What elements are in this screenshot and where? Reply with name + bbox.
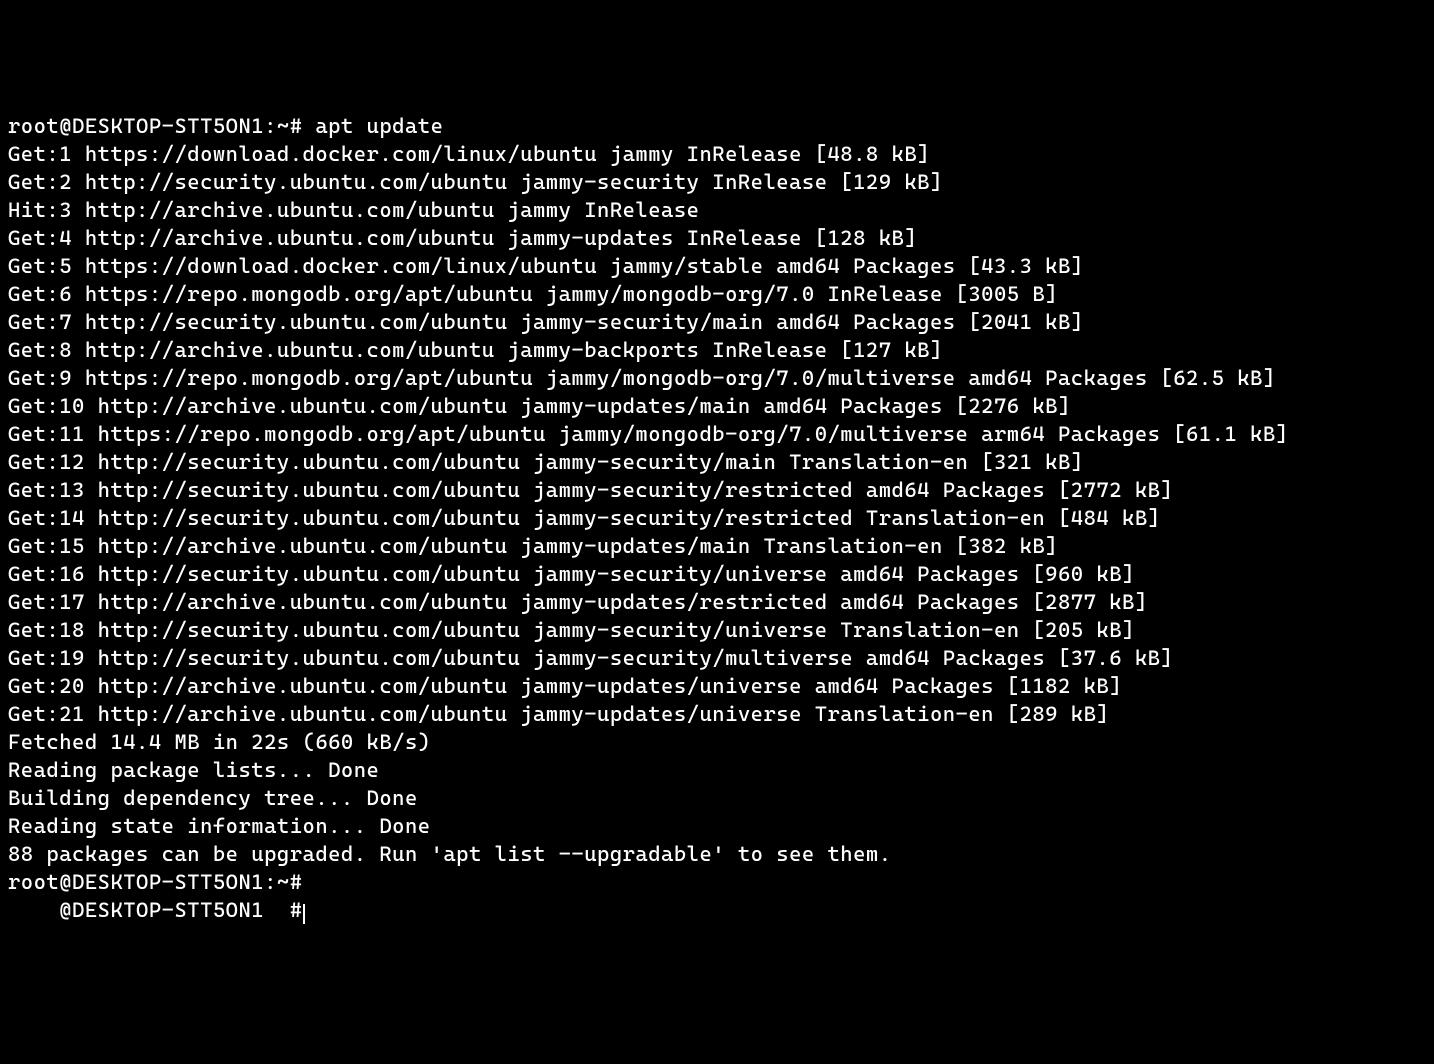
terminal-line: Fetched 14.4 MB in 22s (660 kB/s): [8, 728, 1426, 756]
terminal-line: Get:10 http://archive.ubuntu.com/ubuntu …: [8, 392, 1426, 420]
shell-prompt: root@DESKTOP-STT5ON1:~#: [8, 114, 303, 138]
terminal-line: Get:7 http://security.ubuntu.com/ubuntu …: [8, 308, 1426, 336]
terminal-line: Get:15 http://archive.ubuntu.com/ubuntu …: [8, 532, 1426, 560]
shell-command: apt update: [303, 114, 444, 138]
terminal-line: Get:1 https://download.docker.com/linux/…: [8, 140, 1426, 168]
terminal-line: Reading package lists... Done: [8, 756, 1426, 784]
terminal-line: Get:14 http://security.ubuntu.com/ubuntu…: [8, 504, 1426, 532]
terminal-line: Get:20 http://archive.ubuntu.com/ubuntu …: [8, 672, 1426, 700]
terminal-line: Get:18 http://security.ubuntu.com/ubuntu…: [8, 616, 1426, 644]
terminal-line: 88 packages can be upgraded. Run 'apt li…: [8, 840, 1426, 868]
terminal-line: root@DESKTOP-STT5ON1:~# apt update: [8, 112, 1426, 140]
terminal-line: Get:2 http://security.ubuntu.com/ubuntu …: [8, 168, 1426, 196]
terminal-line: Reading state information... Done: [8, 812, 1426, 840]
terminal-line: Building dependency tree... Done: [8, 784, 1426, 812]
terminal-line: Get:21 http://archive.ubuntu.com/ubuntu …: [8, 700, 1426, 728]
terminal-line: Get:12 http://security.ubuntu.com/ubuntu…: [8, 448, 1426, 476]
terminal-line: Get:16 http://security.ubuntu.com/ubuntu…: [8, 560, 1426, 588]
terminal-line: Get:17 http://archive.ubuntu.com/ubuntu …: [8, 588, 1426, 616]
terminal-output[interactable]: root@DESKTOP-STT5ON1:~# apt updateGet:1 …: [8, 112, 1426, 924]
terminal-line: Get:5 https://download.docker.com/linux/…: [8, 252, 1426, 280]
terminal-line: Get:8 http://archive.ubuntu.com/ubuntu j…: [8, 336, 1426, 364]
shell-prompt-partial: @DESKTOP-STT5ON1 #: [8, 898, 303, 922]
shell-prompt: root@DESKTOP-STT5ON1:~#: [8, 870, 303, 894]
terminal-line: Get:13 http://security.ubuntu.com/ubuntu…: [8, 476, 1426, 504]
terminal-line: Get:11 https://repo.mongodb.org/apt/ubun…: [8, 420, 1426, 448]
terminal-line: root@DESKTOP-STT5ON1:~#: [8, 868, 1426, 896]
terminal-line: Hit:3 http://archive.ubuntu.com/ubuntu j…: [8, 196, 1426, 224]
terminal-line: Get:19 http://security.ubuntu.com/ubuntu…: [8, 644, 1426, 672]
terminal-line-partial: @DESKTOP-STT5ON1 #: [8, 896, 1426, 924]
cursor-icon: [303, 904, 305, 924]
terminal-line: Get:9 https://repo.mongodb.org/apt/ubunt…: [8, 364, 1426, 392]
terminal-line: Get:6 https://repo.mongodb.org/apt/ubunt…: [8, 280, 1426, 308]
shell-command[interactable]: [303, 870, 316, 894]
terminal-line: Get:4 http://archive.ubuntu.com/ubuntu j…: [8, 224, 1426, 252]
